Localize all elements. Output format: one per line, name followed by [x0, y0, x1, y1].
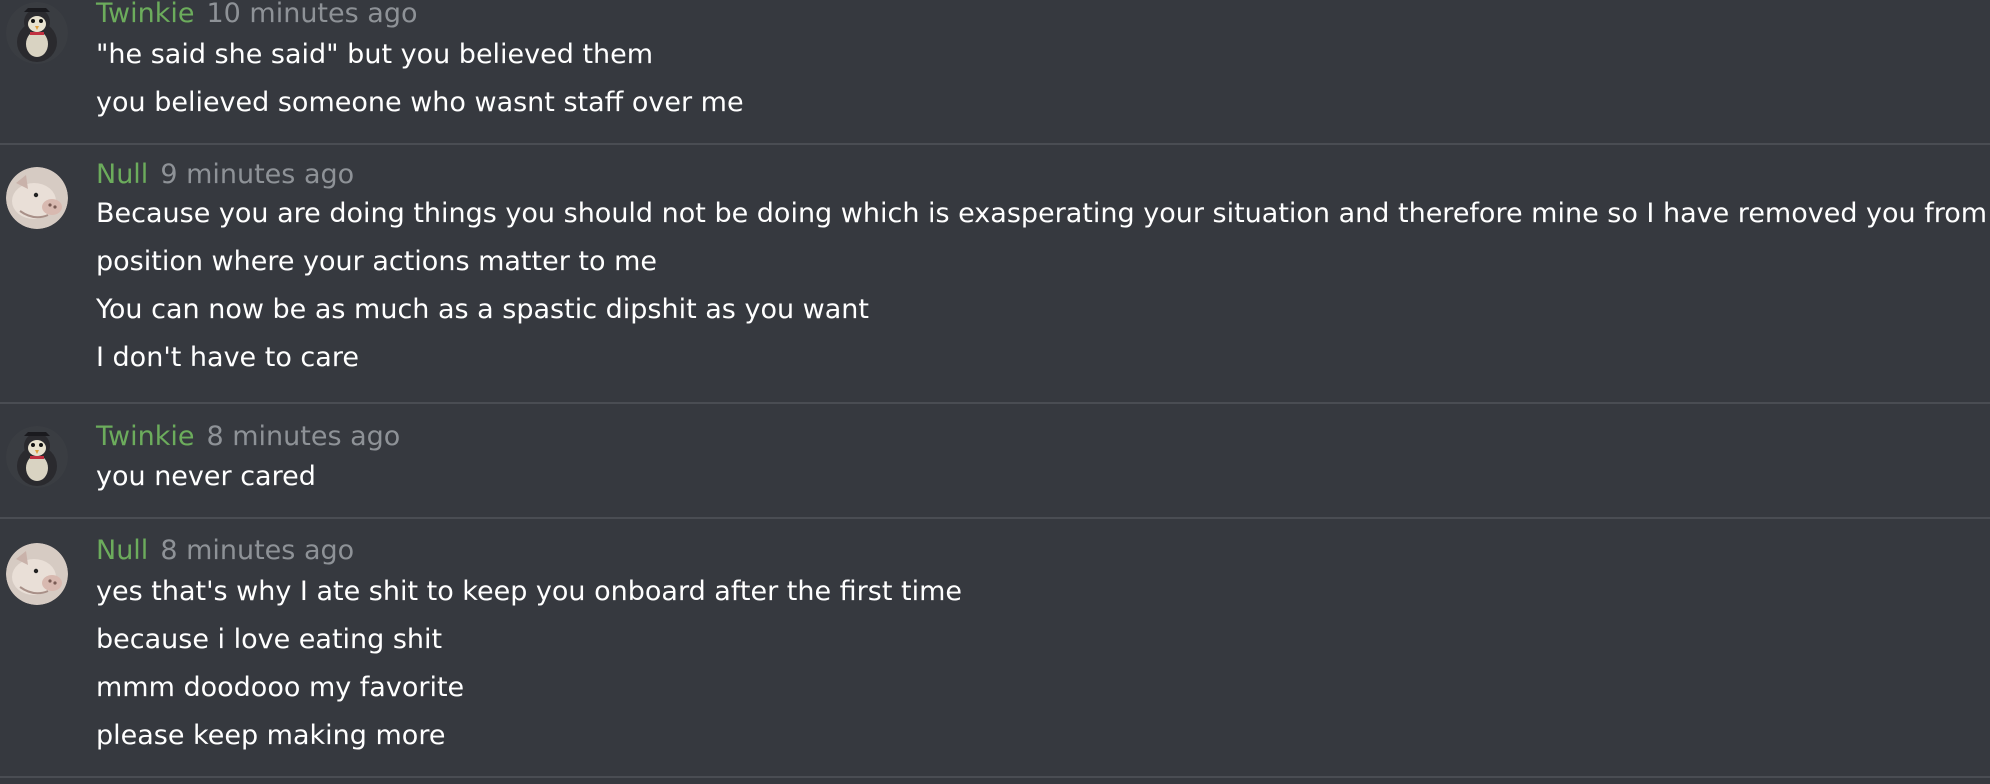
message-divider: [0, 776, 1990, 778]
message-header: Null 9 minutes ago: [96, 159, 354, 191]
username[interactable]: Null: [96, 535, 148, 566]
message-text: yes that's why I ate shit to keep you on…: [96, 576, 962, 607]
message-header: Twinkie 10 minutes ago: [96, 0, 418, 30]
timestamp[interactable]: 8 minutes ago: [160, 535, 354, 566]
message-text: Because you are doing things you should …: [96, 198, 1990, 229]
username[interactable]: Twinkie: [96, 421, 194, 452]
pig-avatar-icon[interactable]: [6, 167, 68, 229]
pig-avatar-icon[interactable]: [6, 543, 68, 605]
message-text: please keep making more: [96, 720, 446, 751]
message-text: mmm doodooo my favorite: [96, 672, 465, 703]
username[interactable]: Null: [96, 159, 148, 190]
message-group: Twinkie 10 minutes ago "he said she said"…: [0, 0, 1990, 144]
message-text: because i love eating shit: [96, 624, 443, 655]
message-text: "he said she said" but you believed them: [96, 39, 654, 70]
message-text: you never cared: [96, 461, 316, 492]
message-group: Null 9 minutes ago Because you are doing …: [0, 145, 1990, 403]
message-header: Twinkie 8 minutes ago: [96, 421, 400, 453]
chat-message-list[interactable]: Twinkie 10 minutes ago "he said she said"…: [0, 0, 1990, 784]
timestamp[interactable]: 9 minutes ago: [160, 159, 354, 190]
message-text: I don't have to care: [96, 342, 359, 373]
message-text: you believed someone who wasnt staff ove…: [96, 87, 744, 118]
penguin-avatar-icon[interactable]: [6, 426, 68, 488]
message-header: Null 8 minutes ago: [96, 535, 354, 567]
message-text: You can now be as much as a spastic dips…: [96, 294, 869, 325]
message-group: Null 8 minutes ago yes that's why I ate s…: [0, 519, 1990, 779]
message-group: Twinkie 8 minutes ago you never cared: [0, 404, 1990, 518]
username[interactable]: Twinkie: [96, 0, 194, 29]
timestamp[interactable]: 10 minutes ago: [206, 0, 417, 29]
message-text: position where your actions matter to me: [96, 246, 658, 277]
timestamp[interactable]: 8 minutes ago: [206, 421, 400, 452]
penguin-avatar-icon[interactable]: [6, 2, 68, 64]
